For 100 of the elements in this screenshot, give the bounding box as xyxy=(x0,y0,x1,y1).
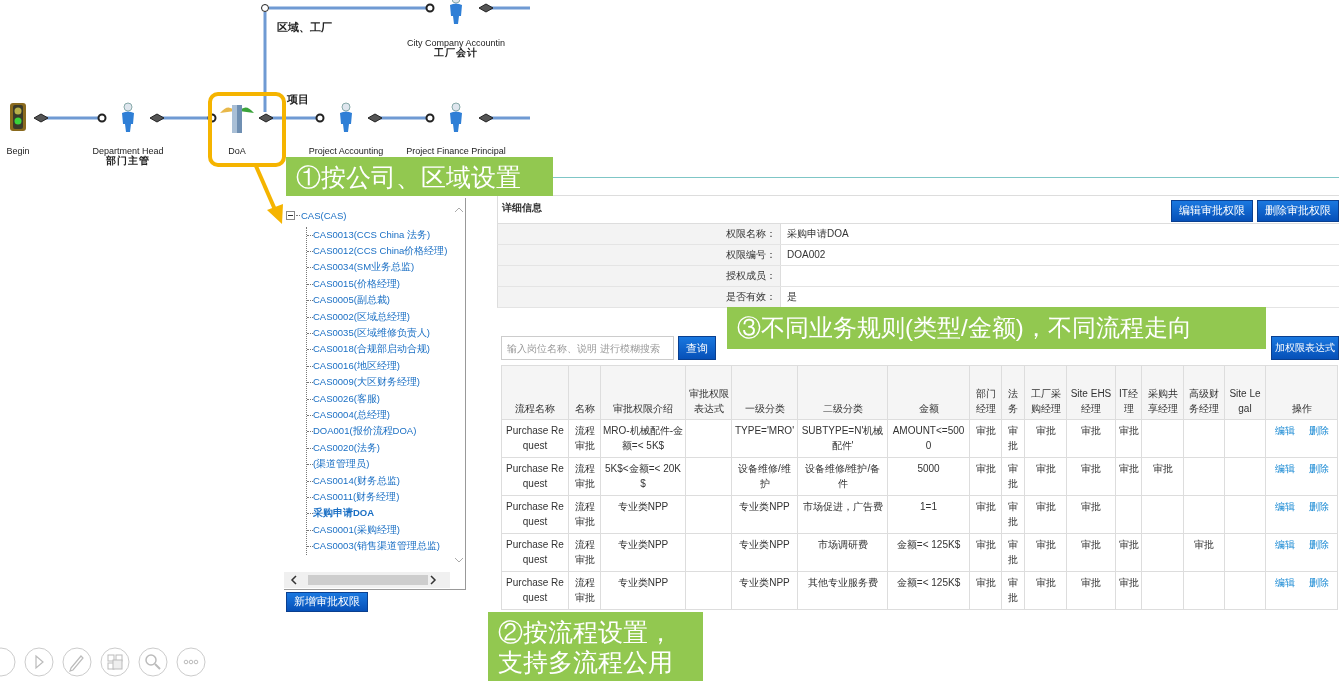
tree-item[interactable]: CAS0011(财务经理) xyxy=(313,490,400,504)
column-header: 法务 xyxy=(1001,365,1025,420)
table-cell: 审批 xyxy=(1001,419,1025,458)
tree-item[interactable]: DOA001(报价流程DOA) xyxy=(313,425,417,439)
table-cell: 审批 xyxy=(969,457,1002,496)
edit-link[interactable]: 编辑 xyxy=(1274,461,1295,476)
column-header: 高级财务经理 xyxy=(1183,365,1225,420)
horizontal-scrollbar[interactable] xyxy=(284,572,450,588)
add-expression-button[interactable]: 加权限表达式 xyxy=(1271,336,1339,360)
tree-item[interactable]: CAS0034(SM业务总监) xyxy=(313,261,415,275)
connector-line xyxy=(149,113,217,123)
delete-link[interactable]: 删除 xyxy=(1308,423,1329,438)
table-cell: 专业类NPP xyxy=(600,495,686,534)
table-cell: 专业类NPP xyxy=(731,533,798,572)
tree-item[interactable]: CAS(CAS) xyxy=(301,210,347,221)
table-cell: 审批 xyxy=(1001,457,1025,496)
tree-item[interactable]: CAS0013(CCS China 法务) xyxy=(313,228,431,242)
person-icon xyxy=(448,0,464,24)
search-field[interactable]: 输入岗位名称、说明 进行模糊搜索 xyxy=(501,336,674,360)
node-label: Department Head xyxy=(92,146,164,156)
edit-link[interactable]: 编辑 xyxy=(1274,537,1295,552)
panel-title: 详细信息 xyxy=(501,201,542,215)
tree-item[interactable]: CAS0014(财务总监) xyxy=(313,474,400,488)
table-cell: 审批 xyxy=(969,419,1002,458)
field-value: DOA002 xyxy=(787,249,826,260)
search-button[interactable]: 查询 xyxy=(678,336,716,360)
field-label: 权限编号： xyxy=(726,249,776,260)
delete-link[interactable]: 删除 xyxy=(1308,461,1329,476)
table-cell: Purchase Request xyxy=(501,533,569,572)
tree-item[interactable]: 采购申请DOA xyxy=(313,507,375,521)
scroll-right-icon[interactable] xyxy=(429,575,437,585)
edit-link[interactable]: 编辑 xyxy=(1274,575,1295,590)
node-sublabel: 工厂会计 xyxy=(434,48,478,58)
table-cell: 审批 xyxy=(1115,571,1142,610)
tree-item[interactable]: CAS0020(法务) xyxy=(313,441,380,455)
field-label: 授权成员： xyxy=(726,270,776,281)
table-cell: Purchase Request xyxy=(501,457,569,496)
table-cell: 设备维修/维护 xyxy=(731,457,798,496)
edit-link[interactable]: 编辑 xyxy=(1274,423,1295,438)
edit-link[interactable]: 编辑 xyxy=(1274,499,1295,514)
action-button[interactable]: 删除审批权限 xyxy=(1257,199,1339,222)
table-cell: 5K$<金额=< 20K$ xyxy=(600,457,686,496)
table-cell: 设备维修/维护/备件 xyxy=(797,457,888,496)
table-cell: 审批 xyxy=(1066,533,1116,572)
column-header: 采购共享经理 xyxy=(1141,365,1184,420)
scroll-down-icon[interactable] xyxy=(454,557,464,564)
tree-item[interactable]: CAS0003(销售渠道管理总监) xyxy=(313,540,440,554)
delete-link[interactable]: 删除 xyxy=(1308,537,1329,552)
tree-item[interactable]: (渠道管理员) xyxy=(313,458,370,472)
column-header: 二级分类 xyxy=(797,365,888,420)
more-icon[interactable] xyxy=(176,647,206,677)
collapse-icon[interactable] xyxy=(286,211,295,220)
tree-item[interactable]: CAS0016(地区经理) xyxy=(313,359,400,373)
table-cell: 审批 xyxy=(1141,457,1184,496)
table-cell: 流程审批 xyxy=(568,419,601,458)
connector-line xyxy=(478,113,530,123)
table-cell: 审批 xyxy=(969,533,1002,572)
tree-item[interactable]: CAS0001(采购经理) xyxy=(313,523,400,537)
tree-item[interactable]: CAS0009(大区财务经理) xyxy=(313,376,420,390)
table-cell: 审批 xyxy=(1115,419,1142,458)
tree-item[interactable]: CAS0004(总经理) xyxy=(313,409,390,422)
tree-item[interactable]: CAS0002(区域总经理) xyxy=(313,310,410,324)
table-cell: 流程审批 xyxy=(568,457,601,496)
callout-text: 支持多流程公用 xyxy=(498,646,674,677)
column-header: 部门经理 xyxy=(969,365,1002,420)
delete-link[interactable]: 删除 xyxy=(1308,575,1329,590)
table-cell: 审批 xyxy=(1115,457,1142,496)
action-button[interactable]: 编辑审批权限 xyxy=(1171,199,1253,222)
table-cell: 审批 xyxy=(969,571,1002,610)
play-icon[interactable] xyxy=(24,647,54,677)
column-header: 金额 xyxy=(887,365,970,420)
delete-link[interactable]: 删除 xyxy=(1308,499,1329,514)
tree-item[interactable]: CAS0026(客服) xyxy=(313,392,380,406)
scroll-up-icon[interactable] xyxy=(454,206,464,213)
tree-item[interactable]: CAS0018(合规部启动合规) xyxy=(313,343,430,357)
add-permission-button[interactable]: 新增审批权限 xyxy=(286,591,368,612)
table-cell: AMOUNT<=5000 xyxy=(887,419,970,458)
connector-line xyxy=(478,3,530,13)
branch-label: 项目 xyxy=(287,92,309,107)
table-cell: Purchase Request xyxy=(501,495,569,534)
search-icon[interactable] xyxy=(138,647,168,677)
table-cell: 审批 xyxy=(1001,533,1025,572)
slides-grid-icon[interactable] xyxy=(100,647,130,677)
pen-icon[interactable] xyxy=(62,647,92,677)
column-header: 流程名称 xyxy=(501,365,569,420)
connector-line xyxy=(367,113,435,123)
table-cell: 专业类NPP xyxy=(731,495,798,534)
table-cell: 1=1 xyxy=(887,495,970,534)
table-cell: 市场促进，广告费 xyxy=(797,495,888,534)
scroll-left-icon[interactable] xyxy=(290,575,298,585)
table-cell: 审批 xyxy=(1024,571,1067,610)
table-cell: TYPE='MRO' xyxy=(731,419,798,458)
tree-item[interactable]: CAS0012(CCS China价格经理) xyxy=(313,245,448,259)
table-cell: 审批 xyxy=(1115,533,1142,572)
field-value: 是 xyxy=(787,291,797,302)
tree-item[interactable]: CAS0015(价格经理) xyxy=(313,277,400,291)
node-sublabel: 部门主管 xyxy=(106,156,150,166)
tree-item[interactable]: CAS0035(区域维修负责人) xyxy=(313,327,430,341)
tree-item[interactable]: CAS0005(副总裁) xyxy=(313,294,390,308)
table-cell: 流程审批 xyxy=(568,571,601,610)
